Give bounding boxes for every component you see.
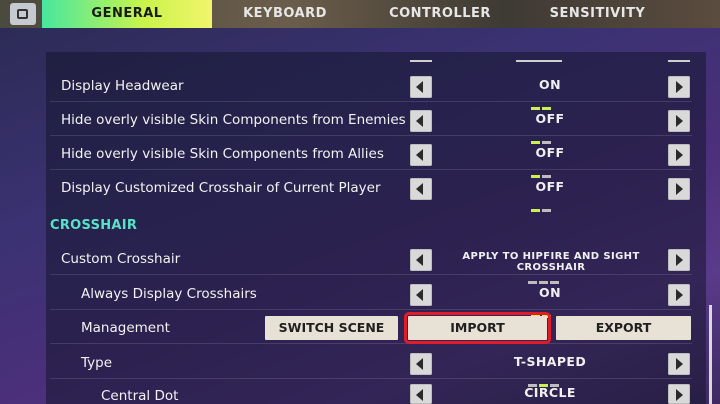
left-arrow-button[interactable] (410, 384, 432, 404)
right-arrow-button[interactable] (668, 384, 690, 404)
value-indicator (528, 269, 561, 284)
left-arrow-button[interactable] (410, 284, 432, 306)
setting-value: T-SHAPED (513, 354, 587, 369)
row-divider (50, 309, 692, 310)
value-indicator (531, 163, 553, 178)
scrollbar[interactable] (709, 305, 712, 404)
top-dash (410, 60, 432, 62)
setting-label: Type (81, 355, 113, 371)
setting-label: Central Dot (101, 388, 179, 404)
setting-row-hide-skin-allies: Hide overly visible Skin Components from… (50, 140, 700, 178)
setting-value: ON (539, 77, 561, 92)
setting-label: Display Headwear (61, 78, 184, 94)
switch-scene-button[interactable]: SWITCH SCENE (265, 316, 398, 340)
left-arrow-button[interactable] (410, 110, 432, 132)
top-dash (668, 60, 690, 62)
tab-keyboard[interactable]: KEYBOARD (225, 0, 345, 28)
top-dash (516, 60, 562, 62)
tab-sensitivity[interactable]: SENSITIVITY (540, 0, 655, 28)
right-arrow-button[interactable] (668, 110, 690, 132)
setting-value: ON (539, 285, 561, 300)
setting-label: Management (81, 320, 170, 336)
value-indicator (531, 303, 553, 318)
tab-general[interactable]: GENERAL (42, 0, 212, 28)
left-arrow-button[interactable] (410, 178, 432, 200)
export-button[interactable]: EXPORT (556, 316, 691, 340)
row-divider (50, 101, 692, 102)
row-divider (50, 135, 692, 136)
setting-row-display-customized-crosshair: Display Customized Crosshair of Current … (50, 174, 700, 212)
right-arrow-button[interactable] (668, 76, 690, 98)
right-arrow-button[interactable] (668, 284, 690, 306)
left-arrow-button[interactable] (410, 144, 432, 166)
right-arrow-button[interactable] (668, 353, 690, 375)
setting-label: Hide overly visible Skin Components from… (61, 112, 406, 128)
right-arrow-button[interactable] (668, 249, 690, 271)
left-arrow-button[interactable] (410, 249, 432, 271)
value-indicator (531, 129, 553, 144)
tab-controller[interactable]: CONTROLLER (380, 0, 500, 28)
row-divider (50, 274, 692, 275)
setting-row-custom-crosshair: Custom Crosshair APPLY TO HIPFIRE AND SI… (50, 245, 700, 284)
setting-value: OFF (535, 145, 565, 160)
value-indicator (528, 372, 561, 387)
value-indicator (531, 197, 553, 212)
row-divider (50, 169, 692, 170)
right-arrow-button[interactable] (668, 178, 690, 200)
row-divider (50, 343, 692, 344)
setting-row-display-headwear: Display Headwear ON (50, 72, 700, 110)
setting-value: CIRCLE (524, 385, 576, 400)
section-title-crosshair: CROSSHAIR (50, 218, 138, 233)
import-button[interactable]: IMPORT (404, 312, 551, 344)
q-key-hint-icon[interactable] (10, 3, 36, 25)
setting-row-hide-skin-enemies: Hide overly visible Skin Components from… (50, 106, 700, 144)
setting-row-always-display-crosshairs: Always Display Crosshairs ON (50, 280, 700, 318)
setting-value: OFF (535, 179, 565, 194)
right-arrow-button[interactable] (668, 144, 690, 166)
left-arrow-button[interactable] (410, 353, 432, 375)
row-divider (50, 378, 692, 379)
setting-label: Display Customized Crosshair of Current … (61, 180, 381, 196)
setting-label: Hide overly visible Skin Components from… (61, 146, 384, 162)
left-arrow-button[interactable] (410, 76, 432, 98)
setting-value: OFF (535, 111, 565, 126)
value-indicator (531, 95, 553, 110)
key-hint-glyph-icon (17, 9, 28, 19)
setting-label: Custom Crosshair (61, 251, 181, 267)
setting-label: Always Display Crosshairs (81, 286, 257, 302)
setting-row-type: Type T-SHAPED (50, 349, 700, 387)
setting-row-central-dot: Central Dot CIRCLE (50, 382, 700, 404)
